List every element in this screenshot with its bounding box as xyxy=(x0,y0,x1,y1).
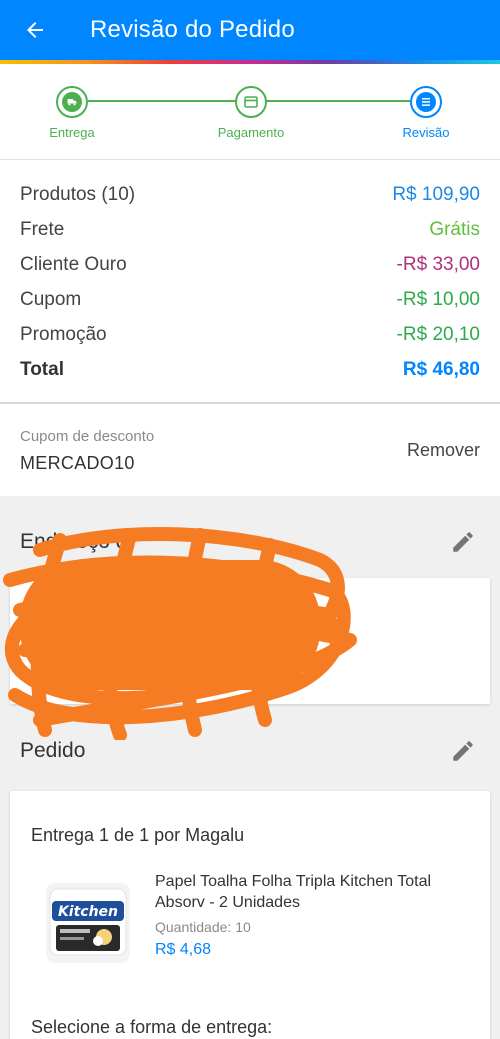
summary-row-promocao: Promoção -R$ 20,10 xyxy=(20,320,480,350)
summary-value: Grátis xyxy=(429,219,480,240)
coupon-code: MERCADO10 xyxy=(20,453,135,473)
summary-value: -R$ 10,00 xyxy=(396,289,480,310)
step-label: Pagamento xyxy=(217,125,285,140)
coupon-section: Cupom de desconto MERCADO10 Remover xyxy=(0,404,500,496)
summary-label: Frete xyxy=(20,219,65,240)
product-price: R$ 4,68 xyxy=(155,941,212,958)
total-label: Total xyxy=(20,359,64,380)
quantity-value: 10 xyxy=(235,919,251,935)
summary-row-frete: Frete Grátis xyxy=(20,215,480,245)
step-revisao[interactable]: Revisão xyxy=(366,86,486,140)
summary-value: -R$ 33,00 xyxy=(396,254,480,275)
summary-value: -R$ 20,10 xyxy=(396,324,480,345)
product-quantity: Quantidade: 10 xyxy=(155,919,251,935)
summary-label: Cupom xyxy=(20,289,82,310)
edit-order-icon[interactable] xyxy=(450,738,476,764)
summary-row-total: Total R$ 46,80 xyxy=(20,355,480,385)
page-title: Revisão do Pedido xyxy=(90,16,295,43)
remove-coupon-button[interactable]: Remover xyxy=(407,440,480,461)
arrow-left-icon[interactable] xyxy=(20,15,50,45)
summary-row-cupom: Cupom -R$ 10,00 xyxy=(20,285,480,315)
summary-label: Produtos (10) xyxy=(20,184,136,205)
total-value: R$ 46,80 xyxy=(402,359,480,380)
redaction-scribble xyxy=(3,527,357,740)
summary-label: Cliente Ouro xyxy=(20,254,127,275)
step-pagamento[interactable]: Pagamento xyxy=(191,86,311,140)
checkout-stepper: Entrega Pagamento Revisão xyxy=(0,64,500,160)
step-circle xyxy=(235,86,267,118)
coupon-label: Cupom de desconto xyxy=(20,428,155,445)
step-circle xyxy=(56,86,88,118)
edit-address-icon[interactable] xyxy=(450,529,476,555)
step-label: Revisão xyxy=(402,125,450,140)
select-shipping-label: Selecione a forma de entrega: xyxy=(31,1017,273,1037)
app-bar: Revisão do Pedido xyxy=(0,0,500,60)
order-summary: Produtos (10) R$ 109,90 Frete Grátis Cli… xyxy=(0,160,500,404)
product-brand-text: Kitchen xyxy=(58,904,118,920)
summary-row-produtos: Produtos (10) R$ 109,90 xyxy=(20,180,480,210)
truck-icon xyxy=(62,92,82,112)
step-entrega[interactable]: Entrega xyxy=(12,86,132,140)
product-name[interactable]: Papel Toalha Folha Tripla Kitchen Total … xyxy=(155,871,475,913)
order-card: Entrega 1 de 1 por Magalu Kitchen Papel … xyxy=(10,791,490,1039)
step-label: Entrega xyxy=(49,125,95,140)
card-icon xyxy=(241,92,261,112)
quantity-label: Quantidade: xyxy=(155,919,232,935)
product-image[interactable]: Kitchen xyxy=(40,879,136,967)
summary-value: R$ 109,90 xyxy=(392,184,480,205)
summary-row-cliente-ouro: Cliente Ouro -R$ 33,00 xyxy=(20,250,480,280)
step-circle xyxy=(410,86,442,118)
order-title: Pedido xyxy=(20,739,86,762)
list-icon xyxy=(416,92,436,112)
summary-label: Promoção xyxy=(20,324,107,345)
delivery-info: Entrega 1 de 1 por Magalu xyxy=(31,825,245,845)
